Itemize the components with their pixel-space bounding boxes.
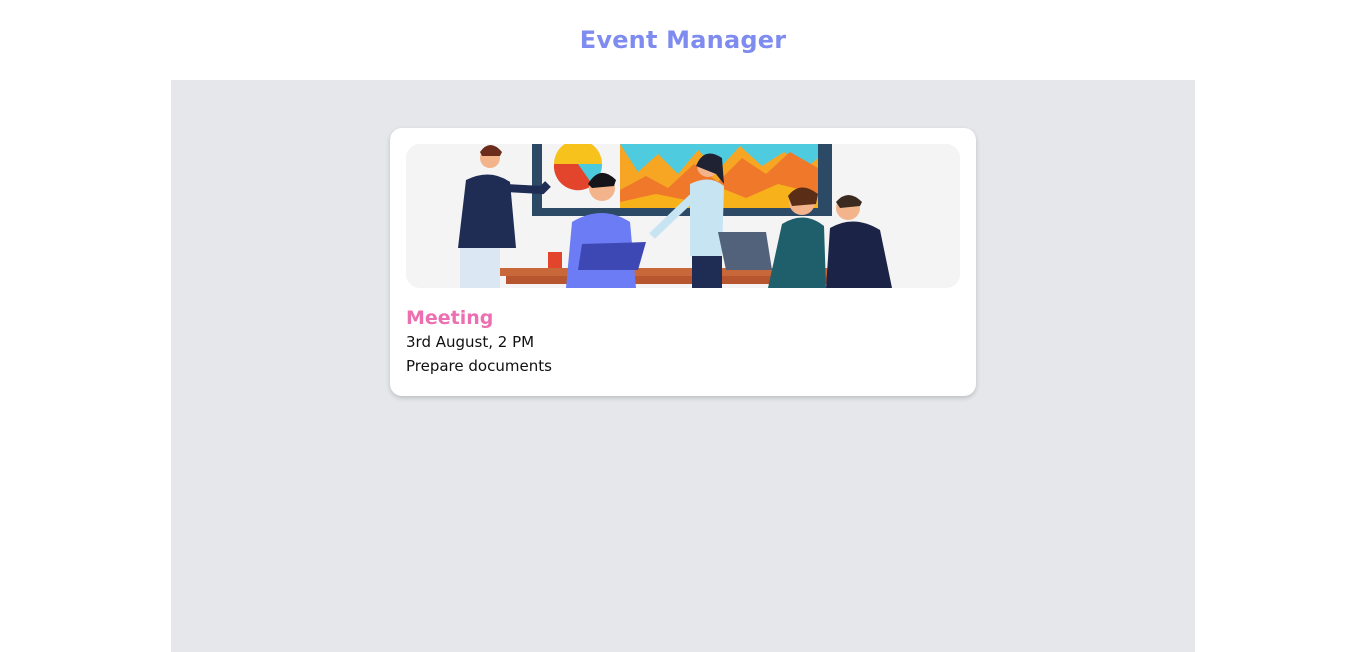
event-card[interactable]: Meeting 3rd August, 2 PM Prepare documen… xyxy=(390,128,976,396)
team-meeting-illustration-icon xyxy=(406,144,960,288)
event-note: Prepare documents xyxy=(406,357,552,375)
event-date: 3rd August, 2 PM xyxy=(406,333,535,351)
events-panel: Meeting 3rd August, 2 PM Prepare documen… xyxy=(171,80,1195,652)
event-image xyxy=(406,144,960,288)
app-header: Event Manager xyxy=(0,0,1366,80)
event-title: Meeting xyxy=(406,307,494,329)
app-title: Event Manager xyxy=(579,26,787,54)
